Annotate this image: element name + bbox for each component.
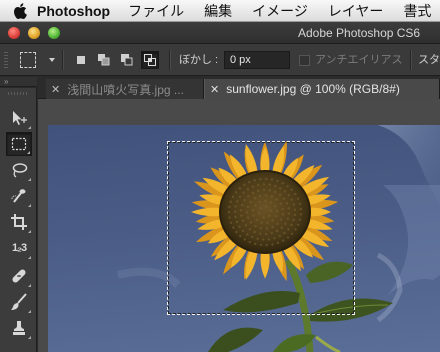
antialias-checkbox[interactable] — [299, 55, 310, 66]
style-label: スタイ — [418, 54, 440, 66]
menu-file[interactable]: ファイル — [128, 0, 184, 21]
tools-panel-grip[interactable] — [8, 92, 28, 95]
subtract-from-selection-icon — [121, 54, 133, 66]
menu-app-photoshop[interactable]: Photoshop — [37, 0, 110, 21]
crop-icon — [11, 214, 27, 230]
document-tab-asama[interactable]: ✕ 浅間山噴火写真.jpg ... — [46, 79, 204, 99]
document-tab-sunflower[interactable]: ✕ sunflower.jpg @ 100% (RGB/8#) — [204, 79, 440, 99]
lasso-icon — [12, 163, 28, 178]
menu-edit[interactable]: 編集 — [204, 0, 232, 21]
apple-icon[interactable] — [13, 2, 27, 19]
menu-layer[interactable]: レイヤー — [328, 0, 384, 21]
zoom-window-button[interactable] — [48, 27, 60, 39]
quick-selection-icon — [11, 189, 26, 203]
new-selection-icon — [77, 56, 85, 64]
selection-marquee[interactable] — [167, 141, 355, 315]
menu-image[interactable]: イメージ — [252, 0, 308, 21]
divider — [62, 50, 63, 70]
close-window-button[interactable] — [8, 27, 20, 39]
move-tool[interactable] — [6, 106, 32, 130]
stamp-icon — [13, 321, 25, 335]
window-title-bar: Adobe Photoshop CS6 — [0, 22, 440, 44]
move-icon — [13, 111, 27, 125]
window-title: Adobe Photoshop CS6 — [298, 26, 421, 40]
menu-type[interactable]: 書式 — [403, 0, 431, 21]
options-bar-grip[interactable] — [4, 52, 8, 68]
canvas-area[interactable] — [38, 99, 440, 352]
minimize-window-button[interactable] — [28, 27, 40, 39]
collapse-toolbar-icon[interactable]: » — [4, 77, 9, 86]
tab-label: 浅間山噴火写真.jpg ... — [67, 82, 184, 97]
options-bar: ぼかし : 0 px アンチエイリアス スタイ — [0, 44, 440, 76]
antialias-label: アンチエイリアス — [315, 54, 403, 66]
brush-tool[interactable] — [6, 290, 32, 314]
tools-panel: 1₂3 — [0, 88, 37, 352]
feather-input[interactable]: 0 px — [224, 51, 290, 69]
document-canvas[interactable] — [48, 125, 440, 352]
intersect-selection-button[interactable] — [141, 51, 159, 69]
new-selection-button[interactable] — [72, 51, 90, 69]
toolbar-header: » — [0, 77, 37, 87]
lasso-tool[interactable] — [6, 158, 32, 182]
document-tab-strip: ✕ 浅間山噴火写真.jpg ... ✕ sunflower.jpg @ 100%… — [38, 77, 440, 99]
crop-tool[interactable] — [6, 210, 32, 234]
marquee-icon — [11, 137, 27, 151]
healing-brush-tool[interactable] — [6, 264, 32, 288]
tab-label: sunflower.jpg @ 100% (RGB/8#) — [226, 82, 400, 96]
chevron-down-icon[interactable] — [49, 58, 55, 62]
tool-preset-picker[interactable] — [20, 52, 36, 68]
add-to-selection-icon — [98, 54, 110, 66]
brush-icon — [11, 293, 27, 310]
divider — [169, 50, 170, 70]
count-tool[interactable]: 1₂3 — [6, 236, 32, 260]
divider — [410, 50, 411, 70]
rectangular-marquee-tool[interactable] — [6, 132, 32, 156]
clone-stamp-tool[interactable] — [6, 316, 32, 340]
subtract-from-selection-button[interactable] — [118, 51, 136, 69]
bandage-icon — [12, 269, 26, 283]
close-tab-icon[interactable]: ✕ — [210, 83, 219, 96]
count-tool-label: 1₂3 — [11, 242, 27, 254]
add-to-selection-button[interactable] — [95, 51, 113, 69]
intersect-selection-icon — [144, 54, 156, 66]
feather-label: ぼかし : — [179, 54, 219, 66]
menu-bar: Photoshop ファイル 編集 イメージ レイヤー 書式 — [0, 0, 440, 22]
quick-selection-tool[interactable] — [6, 184, 32, 208]
close-tab-icon[interactable]: ✕ — [51, 83, 60, 96]
